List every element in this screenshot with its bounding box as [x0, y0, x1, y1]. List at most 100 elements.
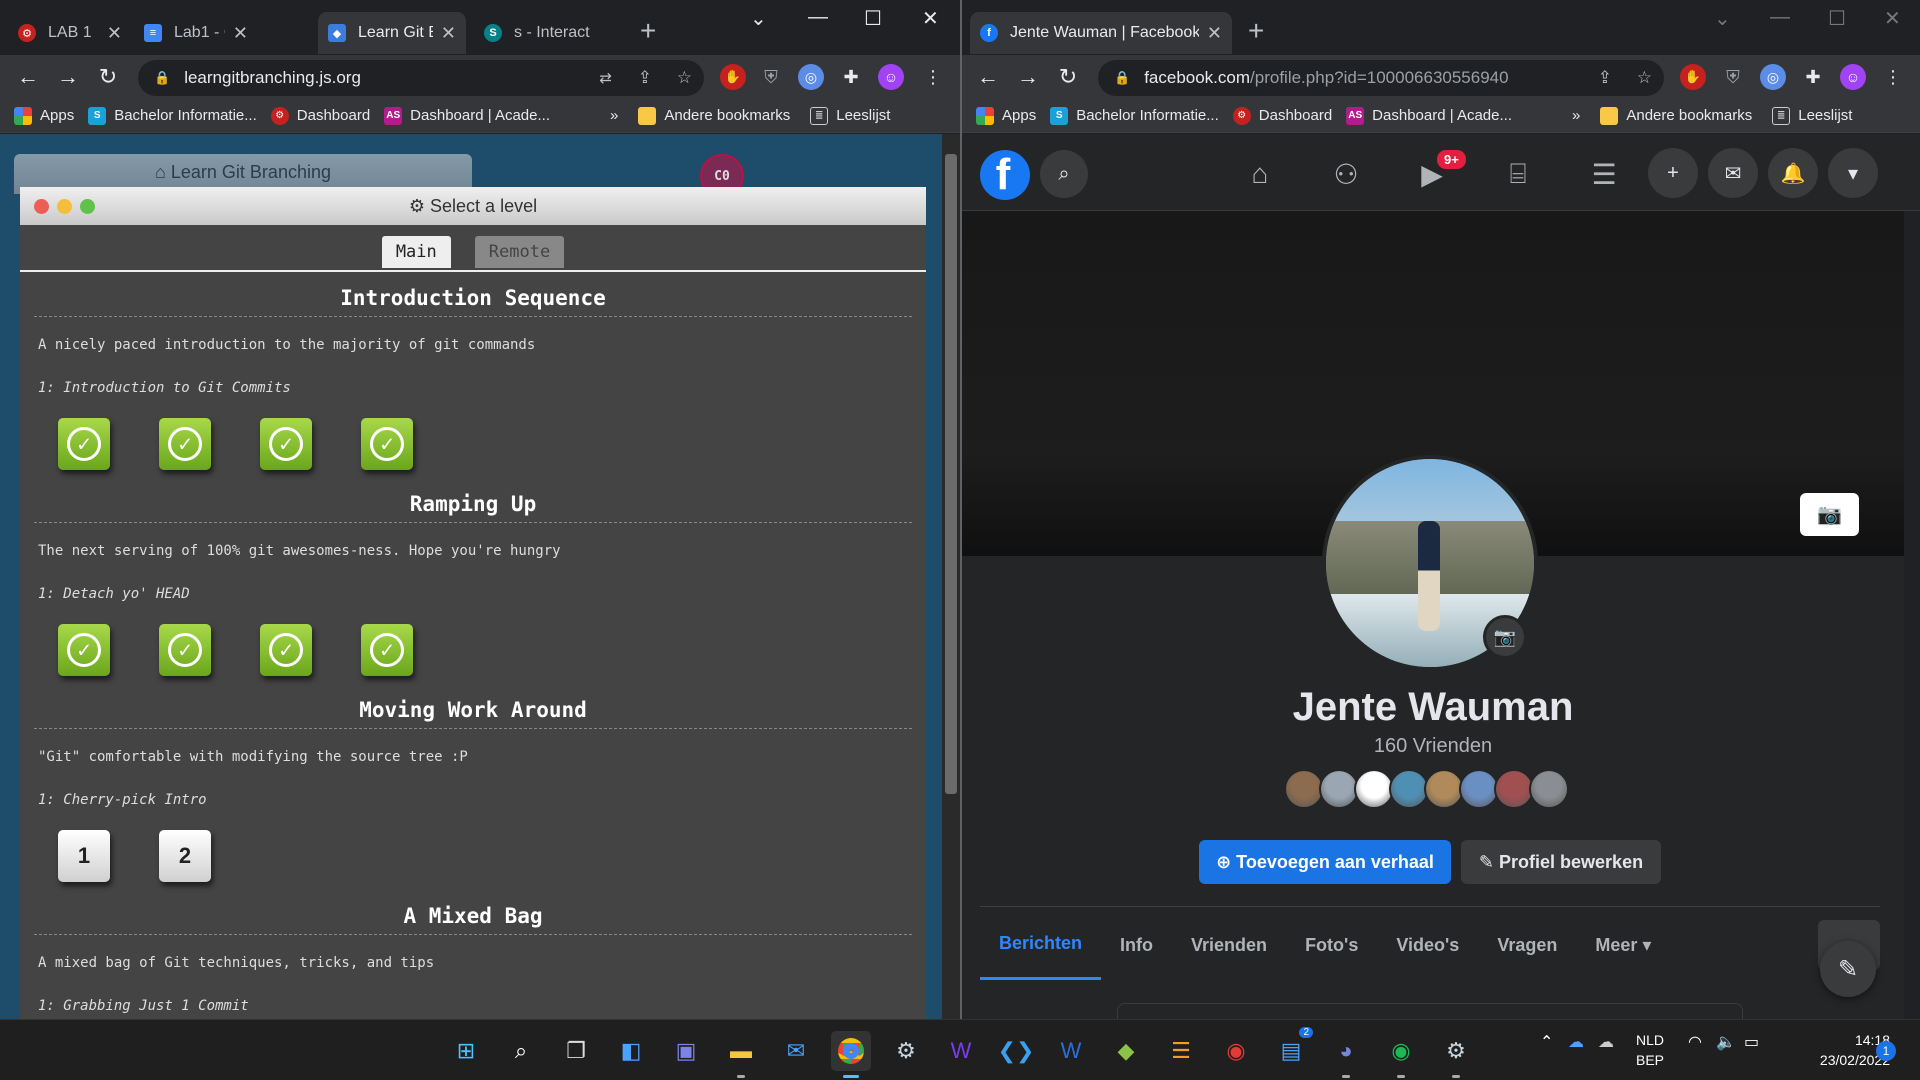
- menu-dots-icon[interactable]: ⋮: [920, 64, 946, 90]
- tray-chevron-icon[interactable]: ⌃: [1540, 1032, 1553, 1052]
- tab-vragen[interactable]: Vragen: [1478, 910, 1576, 980]
- camera-icon[interactable]: 📷: [1800, 493, 1859, 536]
- share-icon[interactable]: ⇪: [638, 68, 652, 88]
- level-button[interactable]: 1: [58, 830, 110, 882]
- scrollbar[interactable]: [942, 134, 960, 1019]
- friend-avatar[interactable]: [1319, 769, 1359, 809]
- friend-avatar[interactable]: [1389, 769, 1429, 809]
- bookmark-dashboard[interactable]: ⚙ Dashboard: [1232, 106, 1332, 125]
- add-to-story-button[interactable]: ⊕ Toevoegen aan verhaal: [1199, 840, 1451, 884]
- tab-lab1[interactable]: ⚙ LAB 1 ✕: [8, 12, 132, 54]
- bookmark-reading-list[interactable]: ≣ Leeslijst: [810, 106, 890, 125]
- red-app-icon[interactable]: ◉: [1216, 1031, 1256, 1071]
- minimize-button[interactable]: —: [808, 6, 828, 29]
- profile-avatar-icon[interactable]: ☺: [1840, 64, 1866, 90]
- scroll-thumb[interactable]: [945, 154, 957, 794]
- friend-avatar[interactable]: [1494, 769, 1534, 809]
- friend-avatar[interactable]: [1459, 769, 1499, 809]
- level-completed-button[interactable]: ✓: [58, 624, 110, 676]
- level-completed-button[interactable]: ✓: [260, 418, 312, 470]
- tab-fotos[interactable]: Foto's: [1286, 910, 1377, 980]
- bookmark-apps[interactable]: Apps: [976, 106, 1036, 125]
- tab-vrienden[interactable]: Vrienden: [1172, 910, 1286, 980]
- translate-icon[interactable]: ⇄: [599, 69, 612, 87]
- lens-extension-icon[interactable]: ◎: [1760, 64, 1786, 90]
- tab-facebook[interactable]: f Jente Wauman | Facebook ✕: [970, 12, 1232, 54]
- bookmark-dashboard-academy[interactable]: AS Dashboard | Acade...: [384, 106, 550, 125]
- profile-avatar-icon[interactable]: ☺: [878, 64, 904, 90]
- w-app-icon[interactable]: W: [941, 1031, 981, 1071]
- tab-videos[interactable]: Video's: [1377, 910, 1478, 980]
- tab-sharepoint[interactable]: S s - Interact: [474, 12, 620, 54]
- task-view-icon[interactable]: ❐: [556, 1031, 596, 1071]
- bookmark-dashboard-academy[interactable]: AS Dashboard | Acade...: [1346, 106, 1512, 125]
- bookmark-star-icon[interactable]: ☆: [677, 68, 692, 88]
- cloud-sync-icon[interactable]: ☁: [1598, 1032, 1614, 1052]
- friends-count[interactable]: 160 Vrienden: [962, 735, 1904, 758]
- close-icon[interactable]: ✕: [1207, 23, 1222, 44]
- messenger-icon[interactable]: ✉: [1708, 148, 1758, 198]
- bluestacks-icon[interactable]: ◆: [1106, 1031, 1146, 1071]
- adblock-icon[interactable]: ✋: [720, 64, 746, 90]
- start-icon[interactable]: ⊞: [446, 1031, 486, 1071]
- address-bar[interactable]: 🔒 learngitbranching.js.org ⇄ ⇪ ☆: [138, 60, 704, 96]
- spotify-icon[interactable]: ◉: [1381, 1031, 1421, 1078]
- menu-dots-icon[interactable]: ⋮: [1880, 64, 1906, 90]
- friend-avatar[interactable]: [1424, 769, 1464, 809]
- level-button[interactable]: 2: [159, 830, 211, 882]
- friend-avatar[interactable]: [1284, 769, 1324, 809]
- bookmark-reading-list[interactable]: ≣ Leeslijst: [1772, 106, 1852, 125]
- file-explorer-icon[interactable]: ▬: [721, 1031, 761, 1078]
- marketplace-icon[interactable]: ⌸: [1498, 156, 1538, 192]
- forward-icon[interactable]: →: [1008, 64, 1048, 90]
- tab-meer[interactable]: Meer ▾: [1576, 910, 1670, 980]
- clock[interactable]: 14:18 23/02/2022: [1780, 1030, 1890, 1070]
- level-completed-button[interactable]: ✓: [260, 624, 312, 676]
- address-bar[interactable]: 🔒 facebook.com/profile.php?id=1000066305…: [1098, 60, 1664, 96]
- battery-icon[interactable]: ▭: [1744, 1032, 1759, 1052]
- close-icon[interactable]: ✕: [107, 23, 122, 44]
- tab-search-icon[interactable]: ⌄: [1714, 6, 1731, 31]
- wifi-icon[interactable]: ◠: [1688, 1032, 1702, 1052]
- level-completed-button[interactable]: ✓: [361, 624, 413, 676]
- vscode-icon[interactable]: ❮❯: [996, 1031, 1036, 1071]
- minimize-dot-icon[interactable]: [57, 199, 72, 214]
- create-icon[interactable]: +: [1648, 148, 1698, 198]
- edit-profile-button[interactable]: ✎ Profiel bewerken: [1461, 840, 1661, 884]
- adblock-icon[interactable]: ✋: [1680, 64, 1706, 90]
- discord-icon[interactable]: ◕: [1326, 1031, 1366, 1078]
- lens-extension-icon[interactable]: ◎: [798, 64, 824, 90]
- todo-app-icon[interactable]: ▤ 2: [1271, 1027, 1313, 1071]
- level-completed-button[interactable]: ✓: [159, 624, 211, 676]
- zoom-dot-icon[interactable]: [80, 199, 95, 214]
- bookmark-bachelor[interactable]: S Bachelor Informatie...: [88, 106, 257, 125]
- tab-lab1-git[interactable]: ≡ Lab1 - Git ✕: [134, 12, 258, 54]
- home-icon[interactable]: ⌂: [1240, 156, 1280, 192]
- back-icon[interactable]: ←: [8, 64, 48, 90]
- bookmark-other-folder[interactable]: Andere bookmarks: [638, 106, 790, 125]
- maximize-button[interactable]: ☐: [864, 6, 882, 31]
- more-bookmarks-chevron[interactable]: »: [610, 107, 618, 124]
- forward-icon[interactable]: →: [48, 64, 88, 90]
- notifications-bell-icon[interactable]: 🔔: [1768, 148, 1818, 198]
- close-icon[interactable]: ✕: [233, 23, 248, 44]
- maximize-button[interactable]: ☐: [1828, 6, 1846, 31]
- tab-main[interactable]: Main: [381, 236, 451, 268]
- tab-info[interactable]: Info: [1101, 910, 1172, 980]
- chrome-icon[interactable]: [831, 1031, 871, 1078]
- friend-avatar[interactable]: [1354, 769, 1394, 809]
- bookmark-apps[interactable]: Apps: [14, 106, 74, 125]
- shield-icon[interactable]: ⛨: [758, 64, 784, 90]
- reload-icon[interactable]: ↻: [88, 64, 128, 90]
- steam-icon[interactable]: ⚙: [886, 1031, 926, 1071]
- search-icon[interactable]: ⌕: [1040, 150, 1088, 198]
- facebook-logo-icon[interactable]: f: [980, 150, 1030, 200]
- tab-berichten[interactable]: Berichten: [980, 910, 1102, 980]
- minimize-button[interactable]: —: [1770, 6, 1790, 29]
- input-language[interactable]: NLD BEP: [1636, 1030, 1664, 1070]
- more-bookmarks-chevron[interactable]: »: [1572, 107, 1580, 124]
- menu-icon[interactable]: ☰: [1584, 156, 1624, 192]
- account-chevron-icon[interactable]: ▾: [1828, 148, 1878, 198]
- new-tab-button[interactable]: +: [640, 17, 656, 45]
- shield-icon[interactable]: ⛨: [1720, 64, 1746, 90]
